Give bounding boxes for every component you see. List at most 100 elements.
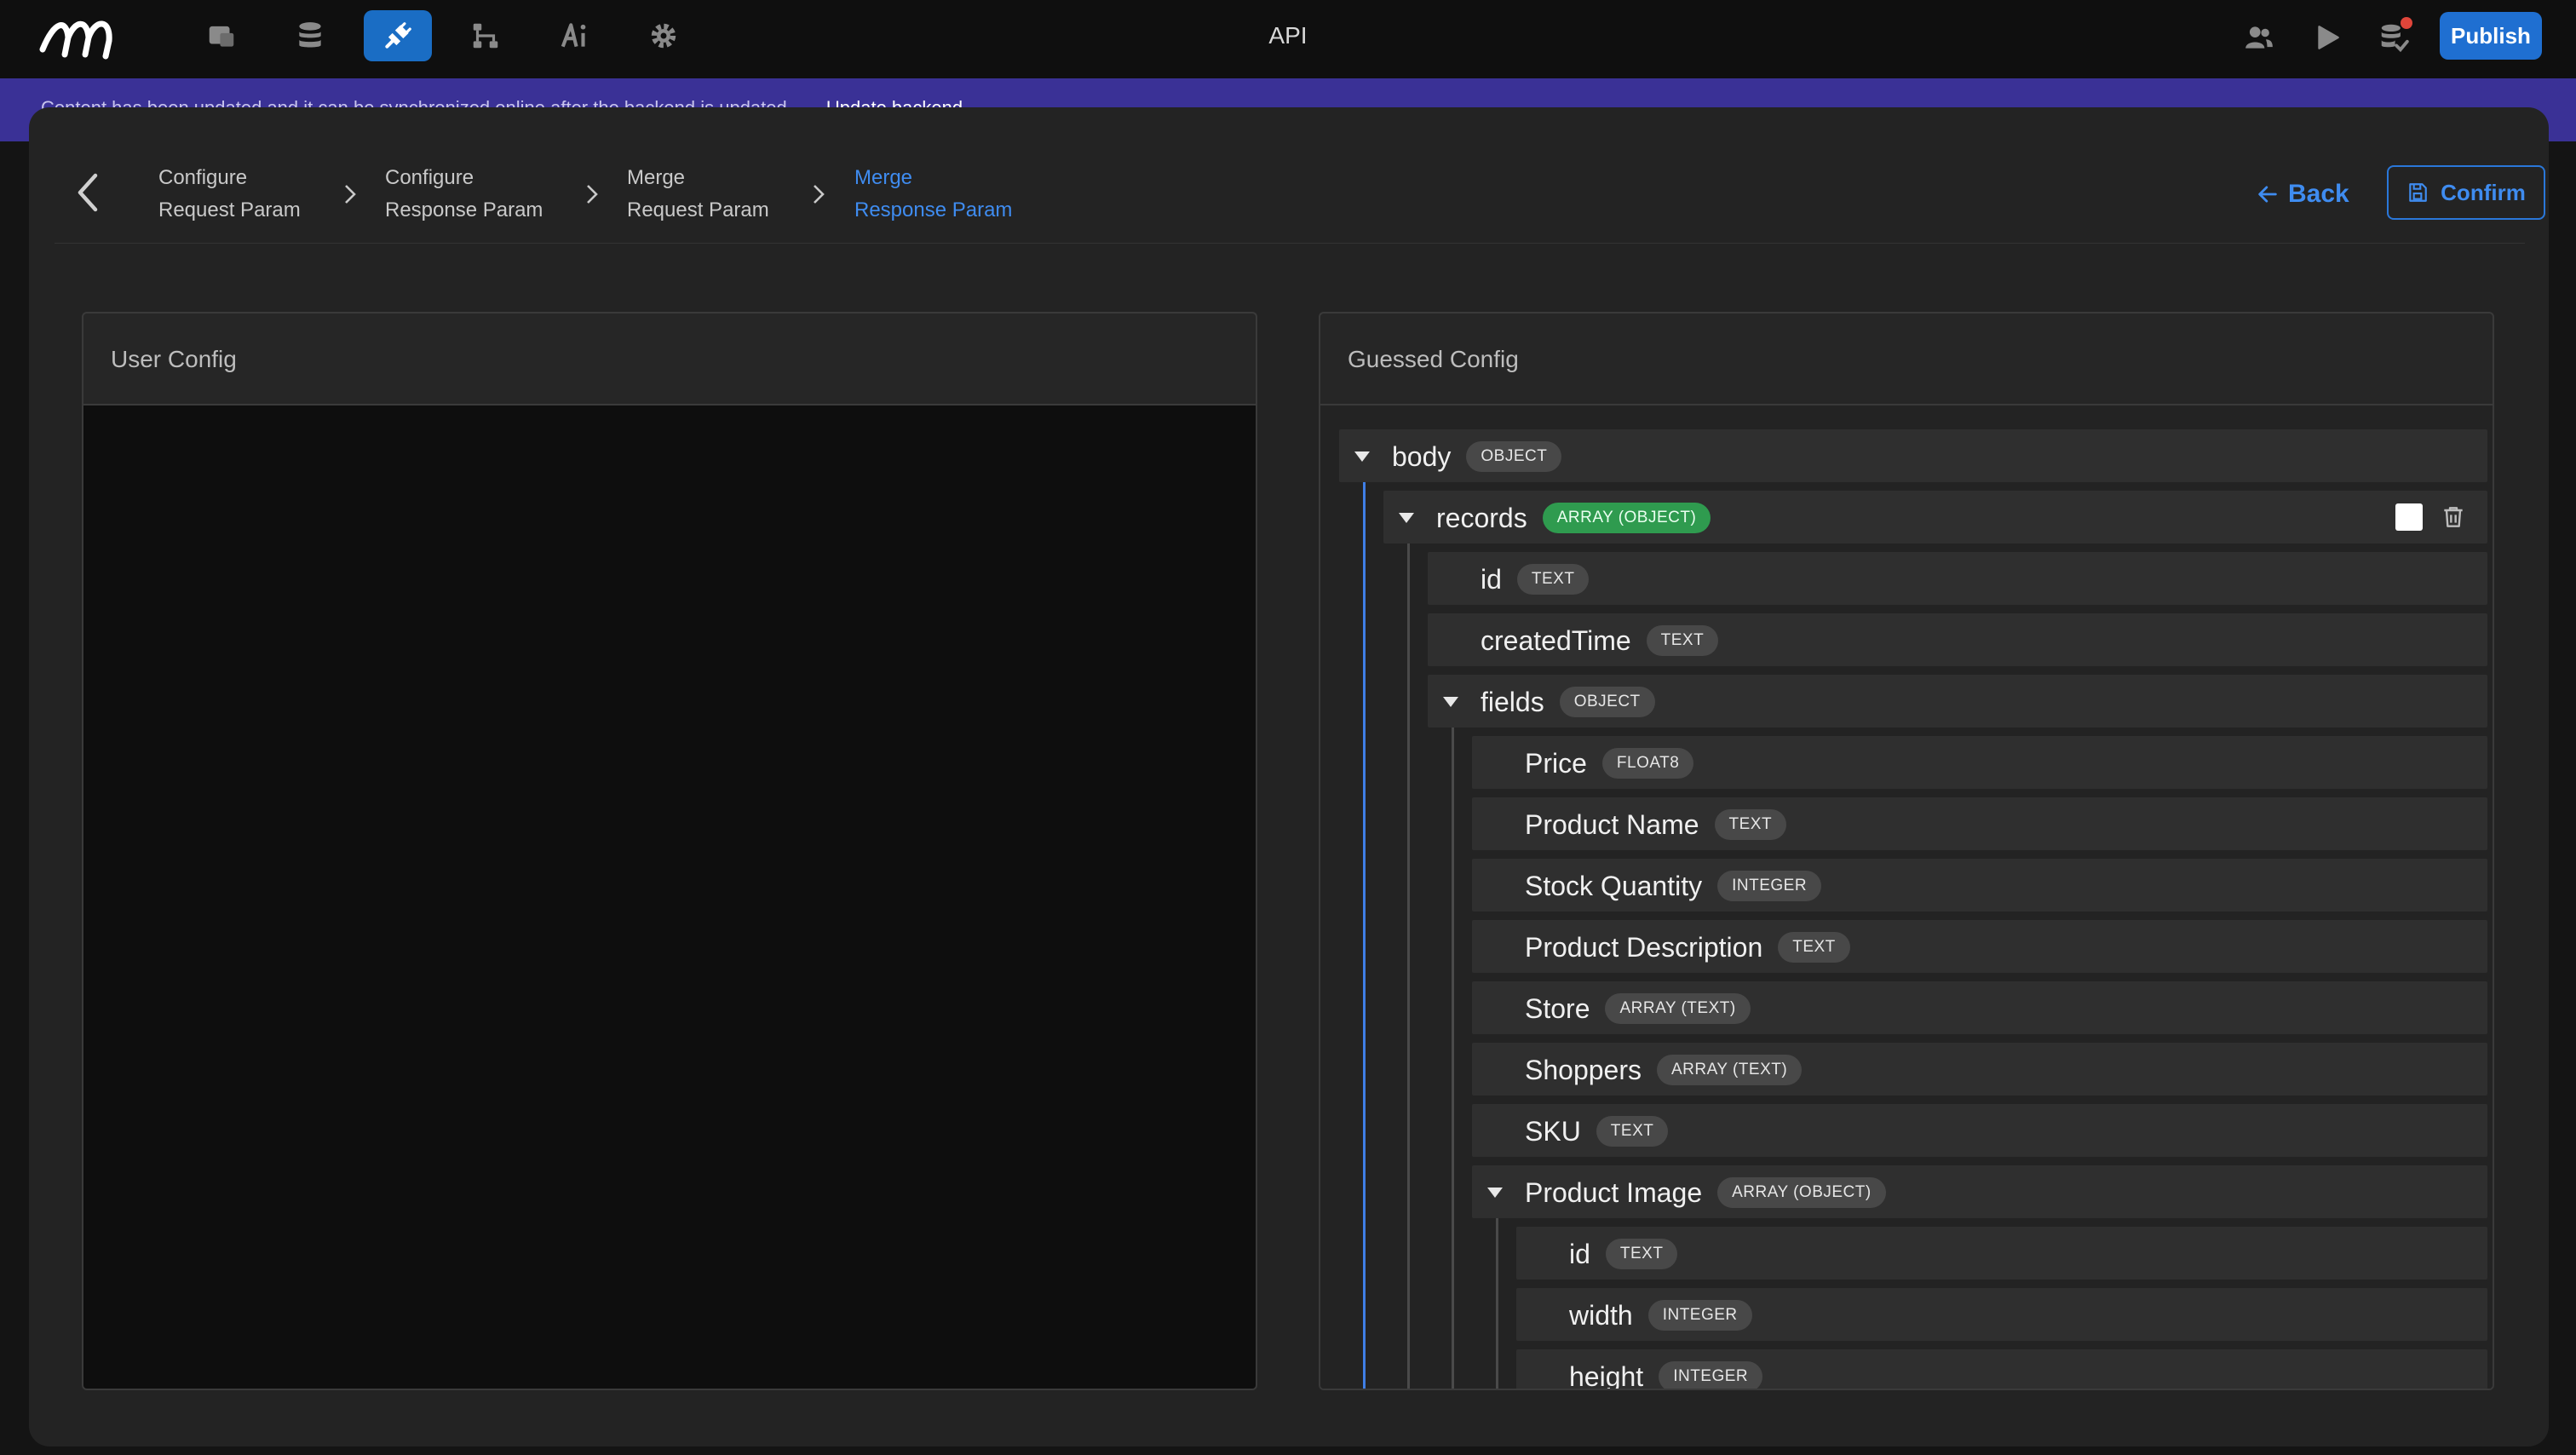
database-status-button[interactable] bbox=[2373, 17, 2414, 58]
tree-row[interactable]: Store ARRAY (TEXT) bbox=[1472, 981, 2487, 1034]
users-button[interactable] bbox=[2239, 17, 2280, 58]
field-name: records bbox=[1436, 503, 1527, 533]
tree-row[interactable]: Product Image ARRAY (OBJECT) bbox=[1472, 1165, 2487, 1218]
tree-guide-line bbox=[1363, 482, 1366, 1389]
field-name: width bbox=[1569, 1300, 1633, 1331]
type-badge: INTEGER bbox=[1717, 871, 1822, 901]
tree-row[interactable]: Stock Quantity INTEGER bbox=[1472, 859, 2487, 912]
tree-row[interactable]: Shoppers ARRAY (TEXT) bbox=[1472, 1043, 2487, 1096]
type-badge: ARRAY (TEXT) bbox=[1605, 993, 1751, 1024]
guessed-config-panel: Guessed Config body OBJECT records ARRAY (O… bbox=[1319, 312, 2494, 1390]
type-badge: TEXT bbox=[1596, 1116, 1669, 1147]
api-plug-icon bbox=[385, 22, 411, 49]
row-checkbox[interactable] bbox=[2395, 503, 2423, 531]
type-badge: INTEGER bbox=[1659, 1361, 1763, 1389]
tree-row[interactable]: width INTEGER bbox=[1516, 1288, 2487, 1341]
field-name: Shoppers bbox=[1525, 1055, 1642, 1085]
tree-row[interactable]: id TEXT bbox=[1428, 552, 2487, 605]
back-label: Back bbox=[2288, 180, 2349, 208]
type-badge: ARRAY (OBJECT) bbox=[1542, 503, 1711, 533]
step-line2: Request Param bbox=[627, 198, 769, 221]
step-merge-response[interactable]: Merge Response Param bbox=[854, 162, 1012, 227]
panel-title: User Config bbox=[83, 313, 1256, 405]
tree-row[interactable]: height INTEGER bbox=[1516, 1349, 2487, 1390]
stepper: Configure Request Param Configure Respon… bbox=[55, 141, 2545, 244]
caret-down-icon[interactable] bbox=[1487, 1188, 1503, 1198]
user-config-panel: User Config bbox=[82, 312, 1257, 1390]
field-name: Product Image bbox=[1525, 1177, 1703, 1208]
step-line1: Merge bbox=[854, 166, 913, 189]
chevron-right-icon bbox=[345, 185, 356, 204]
step-configure-request[interactable]: Configure Request Param bbox=[158, 162, 301, 227]
field-name: Price bbox=[1525, 748, 1587, 779]
field-name: fields bbox=[1481, 687, 1544, 717]
type-badge: TEXT bbox=[1646, 625, 1719, 656]
type-badge: TEXT bbox=[1778, 932, 1850, 963]
publish-button[interactable]: Publish bbox=[2440, 12, 2542, 60]
panel-title: Guessed Config bbox=[1320, 313, 2493, 405]
type-badge: ARRAY (TEXT) bbox=[1656, 1055, 1803, 1085]
step-merge-request[interactable]: Merge Request Param bbox=[627, 162, 769, 227]
type-badge: OBJECT bbox=[1559, 687, 1655, 717]
pages-icon bbox=[209, 26, 234, 47]
tree-row[interactable]: SKU TEXT bbox=[1472, 1104, 2487, 1157]
tree-row[interactable]: Price FLOAT8 bbox=[1472, 736, 2487, 789]
field-name: createdTime bbox=[1481, 625, 1631, 656]
database-icon bbox=[299, 22, 321, 48]
type-badge: OBJECT bbox=[1466, 441, 1562, 472]
notification-dot bbox=[2401, 17, 2412, 29]
caret-down-icon[interactable] bbox=[1443, 697, 1458, 707]
tree-row[interactable]: fields OBJECT bbox=[1428, 675, 2487, 728]
settings-gear-icon bbox=[651, 23, 676, 49]
tree-row[interactable]: Product Description TEXT bbox=[1472, 920, 2487, 973]
top-bar: API Publish bbox=[0, 0, 2576, 78]
back-button[interactable]: Back bbox=[2256, 170, 2349, 218]
nav-database-button[interactable] bbox=[276, 10, 344, 61]
step-configure-response[interactable]: Configure Response Param bbox=[385, 162, 543, 227]
merge-response-modal: Configure Request Param Configure Respon… bbox=[29, 107, 2549, 1446]
tree-guide-line bbox=[1452, 728, 1454, 1389]
tree-row[interactable]: createdTime TEXT bbox=[1428, 613, 2487, 666]
step-line2: Response Param bbox=[854, 198, 1013, 221]
arrow-left-icon bbox=[2258, 186, 2277, 203]
step-line2: Response Param bbox=[385, 198, 543, 221]
field-name: Stock Quantity bbox=[1525, 871, 1703, 901]
tree-row[interactable]: id TEXT bbox=[1516, 1227, 2487, 1280]
nav-workflow-button[interactable] bbox=[451, 10, 520, 61]
trash-icon[interactable] bbox=[2440, 502, 2467, 532]
type-badge: TEXT bbox=[1714, 809, 1787, 840]
field-name: id bbox=[1569, 1239, 1590, 1269]
tree-guide-line bbox=[1407, 543, 1410, 1389]
confirm-label: Confirm bbox=[2441, 179, 2526, 205]
field-name: SKU bbox=[1525, 1116, 1581, 1147]
confirm-button[interactable]: Confirm bbox=[2387, 165, 2545, 220]
tree-guide-line bbox=[1496, 1218, 1498, 1389]
chevron-left-icon[interactable] bbox=[72, 169, 106, 216]
nav-pages-button[interactable] bbox=[187, 10, 256, 61]
tree-row[interactable]: Product Name TEXT bbox=[1472, 797, 2487, 850]
users-icon bbox=[2245, 26, 2273, 49]
type-badge: FLOAT8 bbox=[1601, 748, 1694, 779]
caret-down-icon[interactable] bbox=[1399, 513, 1414, 523]
logo-icon[interactable] bbox=[37, 12, 131, 65]
step-line1: Configure bbox=[385, 166, 474, 189]
chevron-right-icon bbox=[587, 185, 598, 204]
step-line1: Configure bbox=[158, 166, 248, 189]
caret-down-icon[interactable] bbox=[1354, 451, 1370, 462]
nav-settings-button[interactable] bbox=[630, 10, 698, 61]
guessed-config-tree: body OBJECT records ARRAY (OBJECT) id TEXT cre… bbox=[1320, 405, 2493, 1390]
type-badge: ARRAY (OBJECT) bbox=[1717, 1177, 1886, 1208]
type-badge: TEXT bbox=[1516, 564, 1590, 595]
preview-play-button[interactable] bbox=[2307, 17, 2348, 58]
field-name: body bbox=[1392, 441, 1452, 472]
field-name: height bbox=[1569, 1361, 1644, 1390]
field-name: Product Description bbox=[1525, 932, 1763, 963]
tree-row[interactable]: body OBJECT bbox=[1339, 429, 2487, 482]
user-config-editor[interactable] bbox=[83, 405, 1256, 1389]
nav-api-button[interactable] bbox=[364, 10, 432, 61]
nav-ai-button[interactable] bbox=[541, 10, 609, 61]
chevron-right-icon bbox=[814, 185, 825, 204]
field-name: Product Name bbox=[1525, 809, 1699, 840]
tree-row[interactable]: records ARRAY (OBJECT) bbox=[1383, 491, 2487, 543]
type-badge: TEXT bbox=[1605, 1239, 1678, 1269]
